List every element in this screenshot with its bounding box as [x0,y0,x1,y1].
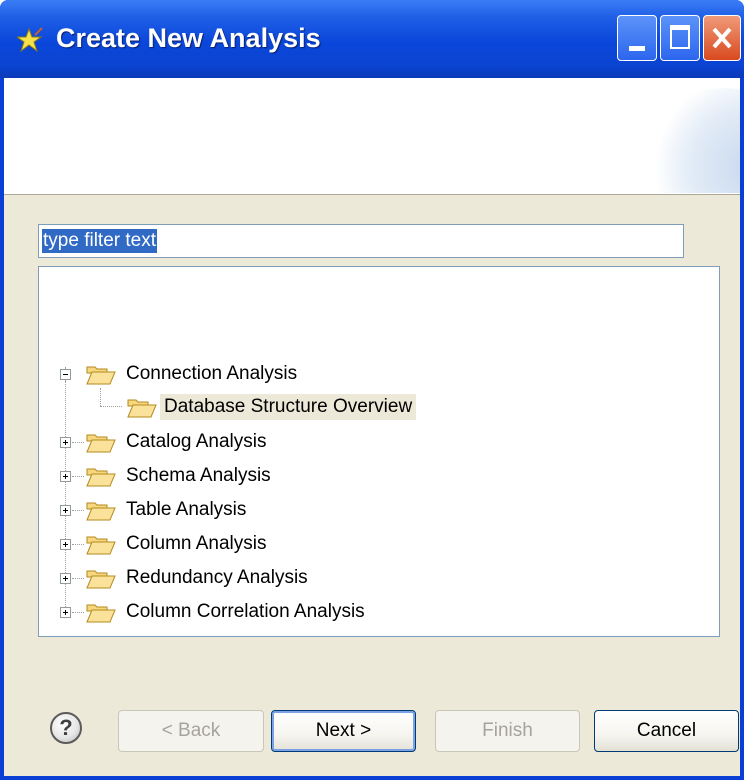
expand-toggle[interactable] [60,505,71,516]
expand-toggle[interactable] [60,573,71,584]
folder-open-icon [127,399,157,418]
dialog-window: Create New Analysis type filter text Con… [0,0,744,780]
back-button[interactable]: < Back [118,710,264,752]
expand-toggle[interactable] [60,607,71,618]
title-bar[interactable]: Create New Analysis [0,0,744,78]
filter-input[interactable]: type filter text [38,224,684,258]
maximize-button[interactable] [660,15,700,61]
wizard-banner [4,78,740,195]
close-button[interactable] [703,15,741,61]
maximize-icon [670,25,690,49]
expand-toggle[interactable] [60,539,71,550]
tree-item-schema-analysis[interactable]: Schema Analysis [126,463,271,489]
help-icon: ? [59,715,73,740]
tree-item-column-correlation-analysis[interactable]: Column Correlation Analysis [126,599,365,625]
tree-item-connection-analysis[interactable]: Connection Analysis [126,361,297,387]
tree-item-database-structure-overview[interactable]: Database Structure Overview [160,394,417,420]
tree-item-table-analysis[interactable]: Table Analysis [126,497,246,523]
folder-open-icon [86,570,116,589]
folder-open-icon [86,468,116,487]
expand-toggle[interactable] [60,471,71,482]
analysis-tree[interactable]: Connection Analysis Database Structure O… [38,266,720,637]
banner-graphic [640,88,740,194]
tree-item-redundancy-analysis[interactable]: Redundancy Analysis [126,565,308,591]
expand-toggle[interactable] [60,437,71,448]
next-button[interactable]: Next > [271,710,416,752]
window-title: Create New Analysis [56,23,321,53]
tree-item-catalog-analysis[interactable]: Catalog Analysis [126,429,266,455]
filter-text: type filter text [42,229,157,253]
minimize-icon [629,46,645,51]
collapse-toggle[interactable] [60,369,71,380]
close-icon [712,27,732,49]
folder-open-icon [86,604,116,623]
cancel-button[interactable]: Cancel [594,710,739,752]
folder-open-icon [86,434,116,453]
tree-item-column-analysis[interactable]: Column Analysis [126,531,266,557]
finish-button[interactable]: Finish [435,710,580,752]
folder-open-icon [86,366,116,385]
wizard-star-icon [17,27,43,53]
dialog-body: type filter text Connection Analysis Dat… [4,78,740,776]
folder-open-icon [86,502,116,521]
help-button[interactable]: ? [50,712,82,744]
minimize-button[interactable] [617,15,657,61]
folder-open-icon [86,536,116,555]
